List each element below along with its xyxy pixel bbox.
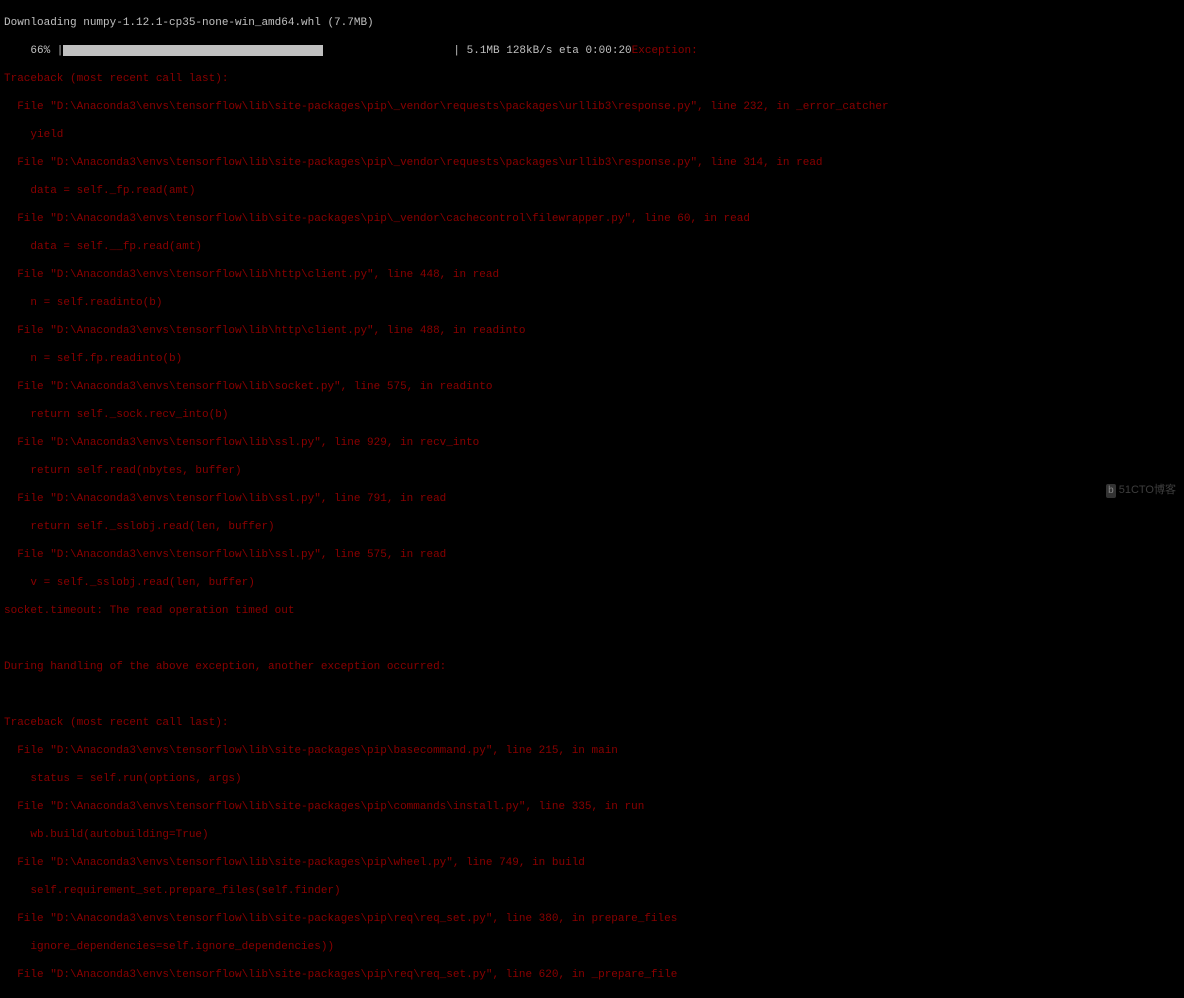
tb1-file-2: File "D:\Anaconda3\envs\tensorflow\lib\s…	[4, 156, 1180, 170]
progress-percent: 66% |	[4, 45, 63, 57]
blank-line-1	[4, 632, 1180, 646]
blank-line-2	[4, 688, 1180, 702]
tb1-file-9: File "D:\Anaconda3\envs\tensorflow\lib\s…	[4, 548, 1180, 562]
traceback-header-1: Traceback (most recent call last):	[4, 72, 1180, 86]
watermark: b51CTO博客	[1106, 483, 1176, 498]
watermark-text: 51CTO博客	[1119, 484, 1176, 496]
tb2-line-4: ignore_dependencies=self.ignore_dependen…	[4, 940, 1180, 954]
tb2-file-1: File "D:\Anaconda3\envs\tensorflow\lib\s…	[4, 744, 1180, 758]
tb1-file-6: File "D:\Anaconda3\envs\tensorflow\lib\s…	[4, 380, 1180, 394]
tb2-file-4: File "D:\Anaconda3\envs\tensorflow\lib\s…	[4, 912, 1180, 926]
tb1-line-8: return self._sslobj.read(len, buffer)	[4, 520, 1180, 534]
tb2-line-3: self.requirement_set.prepare_files(self.…	[4, 884, 1180, 898]
tb2-file-5: File "D:\Anaconda3\envs\tensorflow\lib\s…	[4, 968, 1180, 982]
progress-bar-empty	[323, 44, 453, 58]
tb1-line-1: yield	[4, 128, 1180, 142]
tb1-line-4: n = self.readinto(b)	[4, 296, 1180, 310]
tb1-file-3: File "D:\Anaconda3\envs\tensorflow\lib\s…	[4, 212, 1180, 226]
tb1-file-1: File "D:\Anaconda3\envs\tensorflow\lib\s…	[4, 100, 1180, 114]
during-handling: During handling of the above exception, …	[4, 660, 1180, 674]
terminal-output: Downloading numpy-1.12.1-cp35-none-win_a…	[0, 0, 1184, 998]
tb1-line-6: return self._sock.recv_into(b)	[4, 408, 1180, 422]
tb1-line-5: n = self.fp.readinto(b)	[4, 352, 1180, 366]
tb1-line-2: data = self._fp.read(amt)	[4, 184, 1180, 198]
socket-timeout-error: socket.timeout: The read operation timed…	[4, 604, 1180, 618]
tb1-file-5: File "D:\Anaconda3\envs\tensorflow\lib\h…	[4, 324, 1180, 338]
traceback-header-2: Traceback (most recent call last):	[4, 716, 1180, 730]
tb2-line-1: status = self.run(options, args)	[4, 772, 1180, 786]
download-header: Downloading numpy-1.12.1-cp35-none-win_a…	[4, 16, 1180, 30]
exception-label: Exception:	[632, 45, 698, 57]
watermark-icon: b	[1106, 484, 1116, 498]
tb1-file-7: File "D:\Anaconda3\envs\tensorflow\lib\s…	[4, 436, 1180, 450]
tb2-file-3: File "D:\Anaconda3\envs\tensorflow\lib\s…	[4, 856, 1180, 870]
tb1-file-4: File "D:\Anaconda3\envs\tensorflow\lib\h…	[4, 268, 1180, 282]
progress-stats: | 5.1MB 128kB/s eta 0:00:20	[453, 45, 631, 57]
progress-bar-filled	[63, 45, 323, 56]
tb1-line-9: v = self._sslobj.read(len, buffer)	[4, 576, 1180, 590]
tb2-line-2: wb.build(autobuilding=True)	[4, 828, 1180, 842]
tb1-line-3: data = self.__fp.read(amt)	[4, 240, 1180, 254]
tb1-line-7: return self.read(nbytes, buffer)	[4, 464, 1180, 478]
tb2-file-2: File "D:\Anaconda3\envs\tensorflow\lib\s…	[4, 800, 1180, 814]
